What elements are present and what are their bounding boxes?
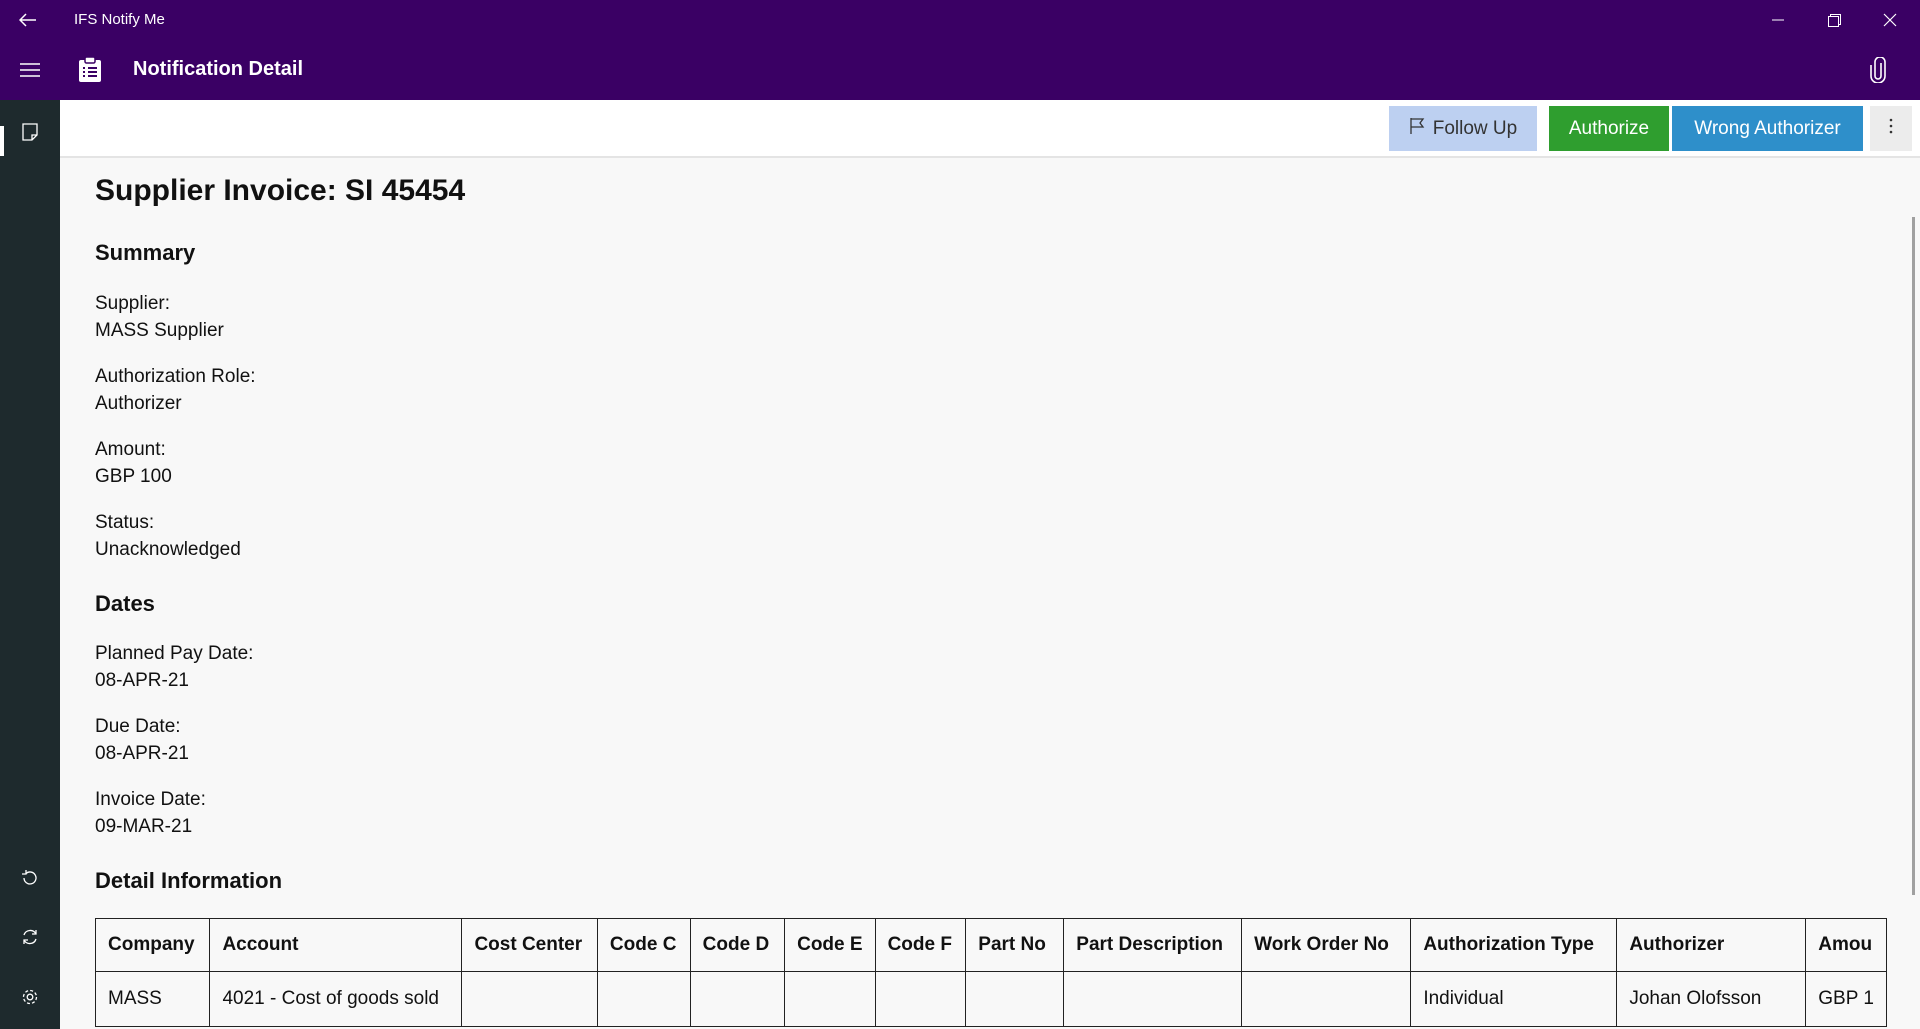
active-indicator xyxy=(0,126,4,156)
authorization-role-field: Authorization Role: Authorizer xyxy=(95,363,256,417)
minimize-icon[interactable] xyxy=(1750,0,1806,40)
table-cell xyxy=(874,971,967,1027)
detail-table-viewport: Company Account Cost Center Code C Code … xyxy=(95,918,1887,1029)
hamburger-menu-icon[interactable] xyxy=(16,58,44,82)
field-label: Invoice Date: xyxy=(95,789,206,810)
command-bar: Follow Up Authorize Wrong Authorizer xyxy=(60,100,1920,158)
document-icon xyxy=(22,122,38,146)
flag-icon xyxy=(1409,117,1427,141)
table-cell: MASS xyxy=(95,971,211,1027)
notification-content: Supplier Invoice: SI 45454 Summary Suppl… xyxy=(60,160,1920,1029)
app-title: IFS Notify Me xyxy=(74,11,165,28)
amount-field: Amount: GBP 100 xyxy=(95,436,172,490)
detail-table: Company Account Cost Center Code C Code … xyxy=(95,918,1887,1027)
field-label: Planned Pay Date: xyxy=(95,643,254,664)
clipboard-list-icon xyxy=(76,56,104,84)
table-cell: Johan Olofsson xyxy=(1616,971,1807,1027)
more-vertical-icon xyxy=(1889,118,1893,140)
follow-up-button[interactable]: Follow Up xyxy=(1389,106,1537,151)
table-cell xyxy=(965,971,1065,1027)
column-header: Amou xyxy=(1805,918,1887,972)
column-header: Work Order No xyxy=(1241,918,1412,972)
sync-icon xyxy=(21,928,39,951)
close-icon[interactable] xyxy=(1862,0,1918,40)
column-header: Part Description xyxy=(1063,918,1243,972)
gear-icon xyxy=(21,988,39,1011)
rail-item-document[interactable] xyxy=(0,106,60,162)
rail-item-history[interactable] xyxy=(0,852,60,908)
column-header: Cost Center xyxy=(461,918,598,972)
table-cell xyxy=(784,971,876,1027)
column-header: Company xyxy=(95,918,211,972)
paperclip-icon[interactable] xyxy=(1864,56,1892,84)
document-title: Supplier Invoice: SI 45454 xyxy=(95,174,466,207)
due-date-field: Due Date: 08-APR-21 xyxy=(95,713,189,767)
field-label: Authorization Role: xyxy=(95,366,256,387)
table-cell xyxy=(596,971,691,1027)
field-value: Authorizer xyxy=(95,393,182,414)
field-value: 08-APR-21 xyxy=(95,670,189,691)
column-header: Code F xyxy=(874,918,967,972)
authorize-button[interactable]: Authorize xyxy=(1549,106,1669,151)
table-cell xyxy=(689,971,786,1027)
table-header-row: Company Account Cost Center Code C Code … xyxy=(95,918,1887,972)
column-header: Authorizer xyxy=(1616,918,1807,972)
summary-heading: Summary xyxy=(95,240,196,265)
table-row: MASS 4021 - Cost of goods sold Individua… xyxy=(95,971,1887,1027)
title-bar: IFS Notify Me xyxy=(0,0,1920,40)
field-label: Due Date: xyxy=(95,716,181,737)
dates-heading: Dates xyxy=(95,591,155,616)
field-value: Unacknowledged xyxy=(95,539,241,560)
planned-pay-date-field: Planned Pay Date: 08-APR-21 xyxy=(95,640,253,694)
field-label: Status: xyxy=(95,512,155,533)
page-header: Notification Detail xyxy=(0,40,1920,100)
wrong-authorizer-button[interactable]: Wrong Authorizer xyxy=(1672,106,1863,151)
field-label: Amount: xyxy=(95,439,166,460)
rail-item-sync[interactable] xyxy=(0,911,60,967)
table-cell xyxy=(1241,971,1412,1027)
page-title: Notification Detail xyxy=(133,58,304,80)
table-cell xyxy=(1063,971,1243,1027)
back-arrow-icon[interactable] xyxy=(14,8,42,32)
vertical-scrollbar[interactable] xyxy=(1912,217,1915,895)
field-value: GBP 100 xyxy=(95,466,172,487)
column-header: Part No xyxy=(965,918,1065,972)
field-value: 08-APR-21 xyxy=(95,743,189,764)
table-cell: Individual xyxy=(1410,971,1618,1027)
rail-item-settings[interactable] xyxy=(0,971,60,1027)
detail-information-heading: Detail Information xyxy=(95,868,283,893)
field-value: 09-MAR-21 xyxy=(95,816,193,837)
table-cell: 4021 - Cost of goods sold xyxy=(209,971,463,1027)
follow-up-label: Follow Up xyxy=(1432,117,1518,139)
column-header: Code C xyxy=(596,918,691,972)
column-header: Authorization Type xyxy=(1410,918,1618,972)
more-options-button[interactable] xyxy=(1870,106,1912,151)
column-header: Code E xyxy=(784,918,876,972)
column-header: Account xyxy=(209,918,463,972)
navigation-rail xyxy=(0,100,60,1029)
table-cell: GBP 1 xyxy=(1805,971,1887,1027)
supplier-field: Supplier: MASS Supplier xyxy=(95,290,224,344)
invoice-date-field: Invoice Date: 09-MAR-21 xyxy=(95,786,206,840)
restore-icon[interactable] xyxy=(1806,0,1862,40)
status-field: Status: Unacknowledged xyxy=(95,509,241,563)
table-cell xyxy=(461,971,598,1027)
field-label: Supplier: xyxy=(95,293,170,314)
history-icon xyxy=(21,869,39,892)
field-value: MASS Supplier xyxy=(95,320,224,341)
column-header: Code D xyxy=(689,918,786,972)
